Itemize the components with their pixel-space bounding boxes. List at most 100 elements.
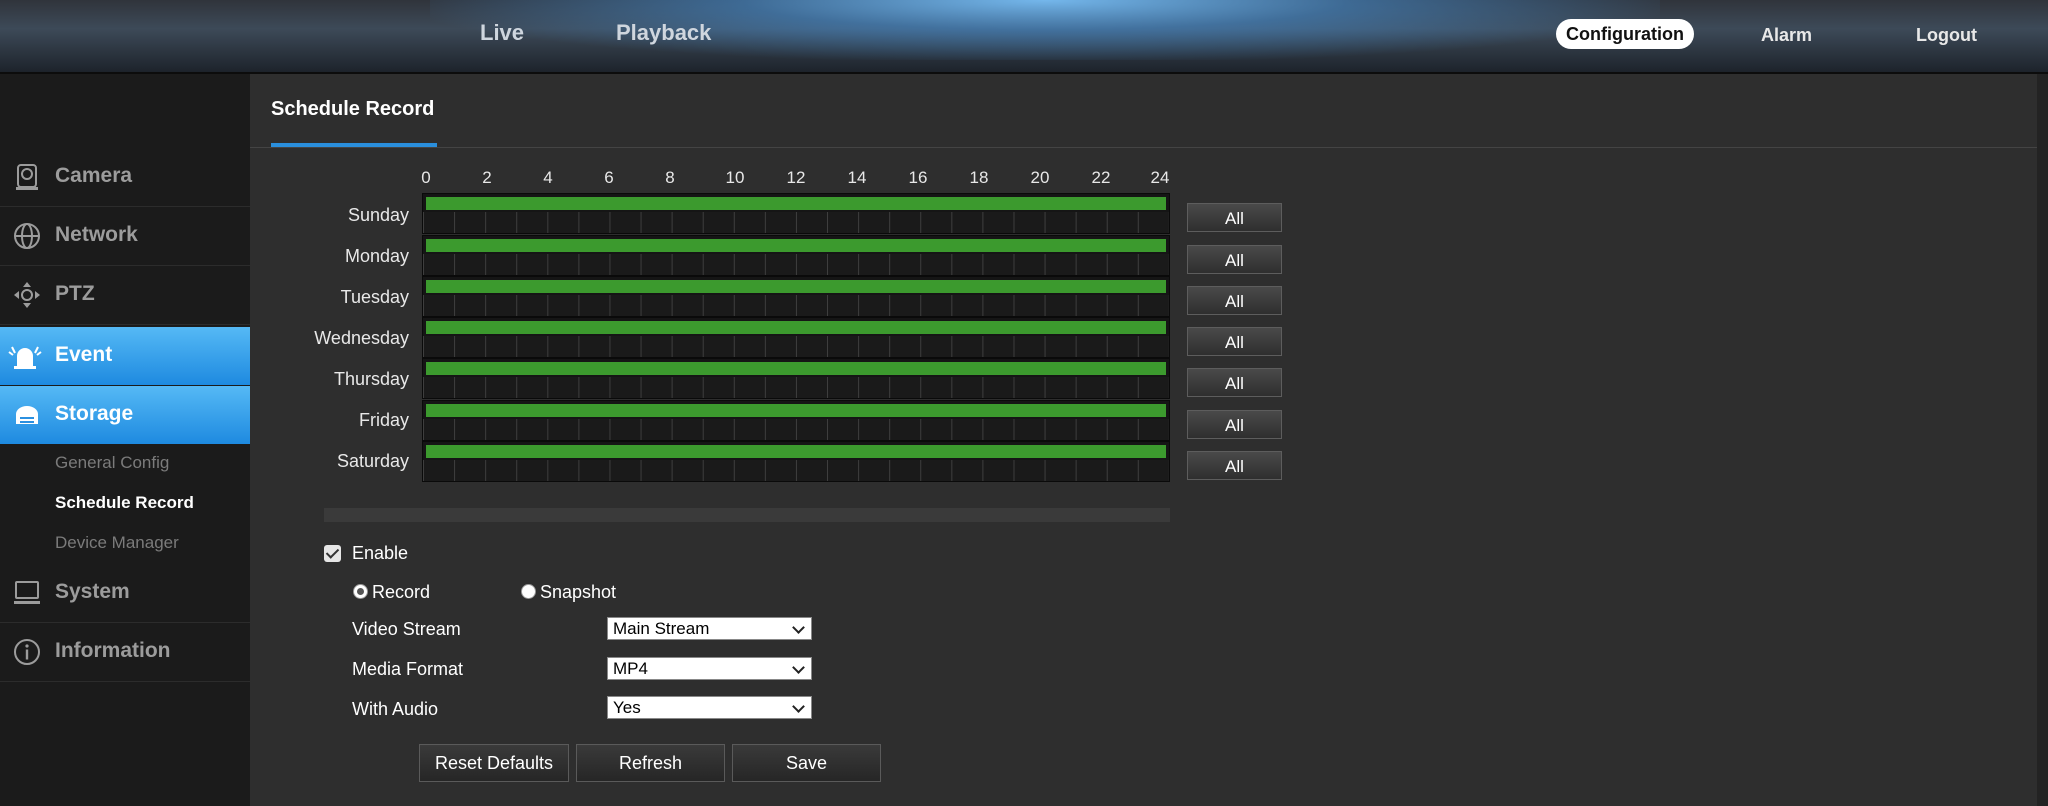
sidebar-item-event[interactable]: Event <box>0 327 254 385</box>
chevron-down-icon <box>792 661 805 674</box>
record-bar <box>426 445 1166 458</box>
schedule-row-friday[interactable] <box>422 400 1170 441</box>
day-label: Wednesday <box>314 328 409 348</box>
hour-label: 8 <box>665 168 675 187</box>
sidebar-item-information[interactable]: Information <box>0 623 250 682</box>
sidebar-item-storage[interactable]: Storage <box>0 386 254 444</box>
hour-label: 22 <box>1091 168 1111 187</box>
enable-checkbox[interactable] <box>324 545 341 562</box>
hour-label: 18 <box>969 168 989 187</box>
day-label: Monday <box>344 246 409 266</box>
sidebar-item-camera[interactable]: Camera <box>0 148 250 207</box>
record-radio-label: Record <box>372 582 431 602</box>
hour-label: 0 <box>421 168 431 187</box>
day-label: Sunday <box>347 205 409 225</box>
sidebar-item-label: Storage <box>55 402 134 425</box>
hour-cells <box>423 419 1169 440</box>
schedule-row-sunday[interactable] <box>422 193 1170 234</box>
all-button-tuesday[interactable]: All <box>1187 286 1282 315</box>
record-bar <box>426 321 1166 334</box>
hour-cells <box>423 377 1169 398</box>
sidebar-sub-general-config[interactable]: General Config <box>55 453 169 473</box>
video-stream-select[interactable]: Main Stream <box>607 617 812 640</box>
nav-live[interactable]: Live <box>480 20 524 46</box>
enable-label: Enable <box>352 543 409 563</box>
snapshot-radio-label: Snapshot <box>540 582 617 602</box>
record-bar <box>426 197 1166 210</box>
save-button[interactable]: Save <box>732 744 881 782</box>
sidebar-item-system[interactable]: System <box>0 564 250 623</box>
hour-label: 12 <box>786 168 806 187</box>
nav-playback[interactable]: Playback <box>616 20 711 46</box>
snapshot-radio[interactable] <box>521 584 536 599</box>
with-audio-select[interactable]: Yes <box>607 696 812 719</box>
media-format-select[interactable]: MP4 <box>607 657 812 680</box>
reset-defaults-button[interactable]: Reset Defaults <box>419 744 569 782</box>
schedule-row-wednesday[interactable] <box>422 317 1170 358</box>
record-radio[interactable] <box>353 584 368 599</box>
storage-icon <box>16 406 38 424</box>
all-button-friday[interactable]: All <box>1187 410 1282 439</box>
horizontal-scrollbar[interactable] <box>324 508 1170 522</box>
hour-label: 14 <box>847 168 867 187</box>
schedule-row-tuesday[interactable] <box>422 276 1170 317</box>
nav-configuration[interactable]: Configuration <box>1556 19 1694 49</box>
hour-label: 6 <box>604 168 614 187</box>
camera-icon <box>16 164 38 190</box>
schedule-row-monday[interactable] <box>422 235 1170 276</box>
chevron-down-icon <box>792 700 805 713</box>
hour-cells <box>423 460 1169 481</box>
media-format-label: Media Format <box>352 659 464 679</box>
chevron-down-icon <box>792 621 805 634</box>
sidebar-item-label: Information <box>55 639 171 662</box>
active-tab-underline <box>271 143 437 147</box>
sidebar-item-label: Event <box>55 343 113 366</box>
top-bar-glow <box>430 0 1660 60</box>
sidebar-item-label: Camera <box>55 164 133 187</box>
sidebar-item-label: System <box>55 580 130 603</box>
record-bar <box>426 239 1166 252</box>
day-label: Thursday <box>333 369 409 389</box>
video-stream-label: Video Stream <box>352 619 461 639</box>
network-icon <box>14 223 40 249</box>
nav-logout[interactable]: Logout <box>1916 25 1977 46</box>
schedule-row-thursday[interactable] <box>422 358 1170 399</box>
all-button-sunday[interactable]: All <box>1187 203 1282 232</box>
refresh-button[interactable]: Refresh <box>576 744 725 782</box>
sidebar-item-ptz[interactable]: PTZ <box>0 266 250 325</box>
hour-cells <box>423 336 1169 357</box>
day-label: Saturday <box>336 451 409 471</box>
hour-label: 4 <box>543 168 553 187</box>
sidebar-sub-device-manager[interactable]: Device Manager <box>55 533 179 553</box>
record-bar <box>426 404 1166 417</box>
monitor-icon <box>14 581 40 604</box>
sidebar-item-label: PTZ <box>55 282 95 305</box>
hour-cells <box>423 254 1169 275</box>
title-divider <box>250 147 2037 148</box>
all-button-wednesday[interactable]: All <box>1187 327 1282 356</box>
schedule-row-saturday[interactable] <box>422 441 1170 482</box>
hour-label: 20 <box>1030 168 1050 187</box>
sidebar-sub-schedule-record[interactable]: Schedule Record <box>55 493 194 513</box>
sidebar-item-network[interactable]: Network <box>0 207 250 266</box>
day-label: Tuesday <box>340 287 409 307</box>
with-audio-value: Yes <box>613 698 641 717</box>
hour-label: 10 <box>725 168 745 187</box>
all-button-thursday[interactable]: All <box>1187 368 1282 397</box>
hour-label: 2 <box>482 168 492 187</box>
hour-label: 16 <box>908 168 928 187</box>
with-audio-label: With Audio <box>352 699 439 719</box>
hour-cells <box>423 212 1169 233</box>
media-format-value: MP4 <box>613 659 648 678</box>
alarm-bell-icon <box>8 346 42 369</box>
all-button-saturday[interactable]: All <box>1187 451 1282 480</box>
all-button-monday[interactable]: All <box>1187 245 1282 274</box>
page-title: Schedule Record <box>271 98 435 120</box>
sidebar-item-label: Network <box>55 223 138 246</box>
record-bar <box>426 362 1166 375</box>
hour-cells <box>423 295 1169 316</box>
info-icon <box>14 639 40 665</box>
day-label: Friday <box>358 410 409 430</box>
hour-label: 24 <box>1150 168 1170 187</box>
nav-alarm[interactable]: Alarm <box>1761 25 1812 46</box>
